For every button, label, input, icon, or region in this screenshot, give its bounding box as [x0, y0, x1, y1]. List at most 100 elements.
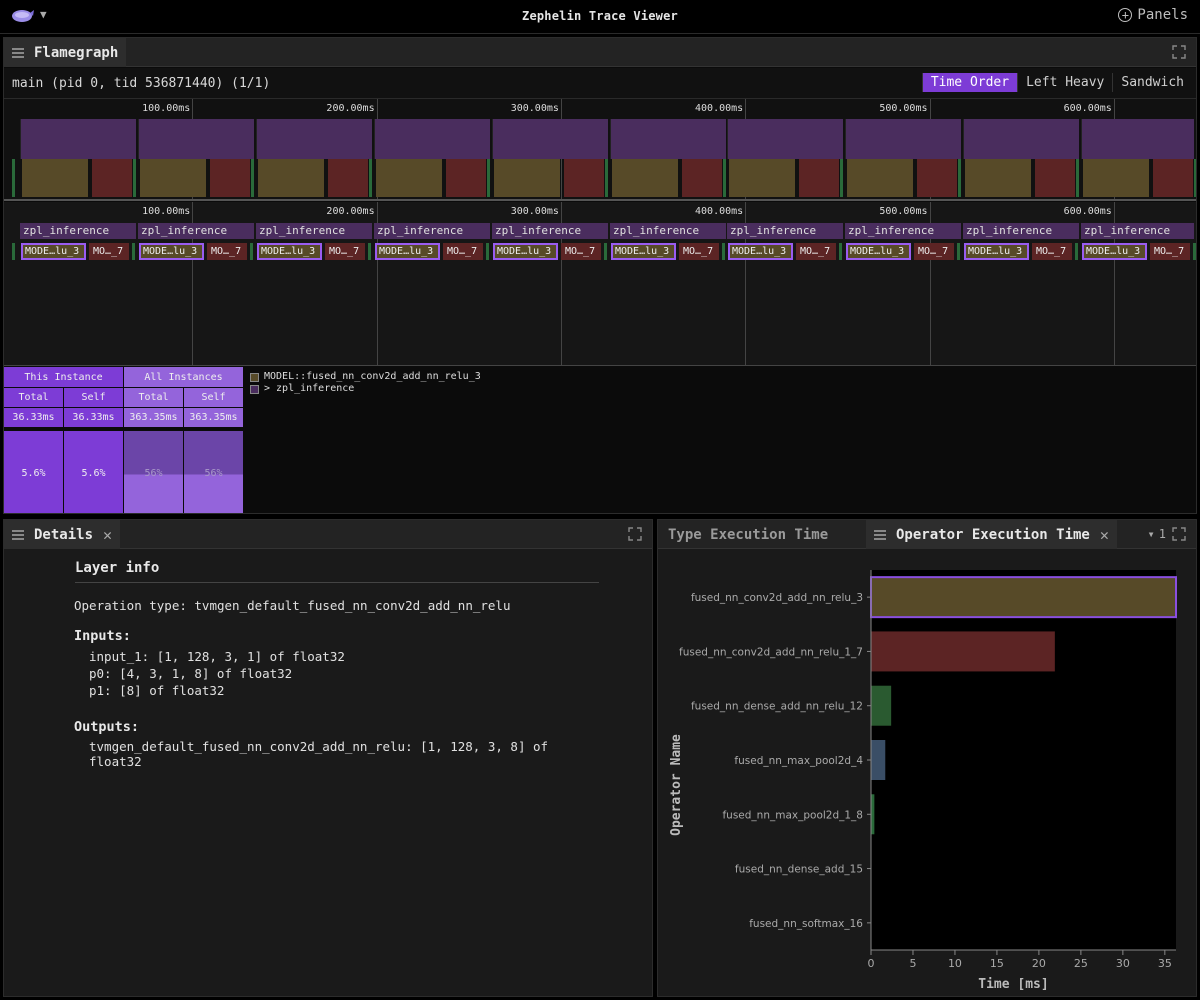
y-tick-label: fused_nn_dense_add_nn_relu_12 [691, 701, 863, 713]
flame-frame-zpl-inference[interactable]: zpl_inference [374, 223, 490, 239]
layer-info: Layer info Operation type: tvmgen_defaul… [74, 560, 599, 769]
flame-frame-small[interactable] [12, 243, 15, 260]
flame-frame-zpl-inference[interactable]: zpl_inference [610, 223, 726, 239]
flame-frame-conv-relu-1-7[interactable]: MO…_7 [561, 243, 601, 260]
view-mode-switch: Time Order Left Heavy Sandwich [921, 73, 1192, 92]
close-icon[interactable]: ✕ [1100, 526, 1109, 544]
flame-frame-zpl-inference[interactable]: zpl_inference [138, 223, 254, 239]
bar-fused-nn-conv2d-add-nn-relu-1-7[interactable] [871, 631, 1055, 672]
flame-frame-small[interactable] [722, 243, 725, 260]
flame-frame-conv-relu-1-7[interactable]: MO…_7 [443, 243, 483, 260]
minimap-inference-block [256, 119, 372, 159]
flame-frame-conv-relu-1-7[interactable]: MO…_7 [1150, 243, 1190, 260]
flame-frame-small[interactable] [1075, 243, 1078, 260]
flame-frame-zpl-inference[interactable]: zpl_inference [727, 223, 843, 239]
flame-frame-small[interactable] [1193, 243, 1196, 260]
flamegraph-timeline[interactable]: 100.00ms 200.00ms 300.00ms 400.00ms 500.00ms… [4, 202, 1196, 366]
tab-flamegraph[interactable]: Flamegraph [4, 38, 127, 67]
view-time-order-button[interactable]: Time Order [921, 73, 1018, 92]
view-left-heavy-button[interactable]: Left Heavy [1017, 73, 1112, 92]
legend-item[interactable]: > zpl_inference [250, 383, 481, 395]
legend-item[interactable]: MODEL::fused_nn_conv2d_add_nn_relu_3 [250, 371, 481, 383]
flame-frame-small[interactable] [486, 243, 489, 260]
drag-handle-icon[interactable] [12, 47, 24, 58]
minimap-small-block [723, 159, 726, 197]
minimap-conv-block [258, 159, 324, 197]
flame-frame-small[interactable] [368, 243, 371, 260]
x-tick-label: 15 [990, 957, 1004, 970]
tab-details[interactable]: Details ✕ [4, 520, 121, 549]
flame-frame-conv-relu-3[interactable]: MODE…lu_3 [1082, 243, 1147, 260]
minimap-conv-block [564, 159, 604, 197]
flame-frame-conv-relu-3[interactable]: MODE…lu_3 [964, 243, 1029, 260]
flame-frame-conv-relu-3[interactable]: MODE…lu_3 [611, 243, 676, 260]
close-icon[interactable]: ✕ [103, 526, 112, 544]
flame-frame-zpl-inference[interactable]: zpl_inference [1081, 223, 1194, 239]
this-self-value: 36.33ms [64, 408, 123, 427]
flame-frame-conv-relu-3[interactable]: MODE…lu_3 [139, 243, 204, 260]
minimap-small-block [1194, 159, 1196, 197]
flame-frame-conv-relu-1-7[interactable]: MO…_7 [325, 243, 365, 260]
flame-frame-zpl-inference[interactable]: zpl_inference [256, 223, 372, 239]
minimap-timeline[interactable]: 100.00ms 200.00ms 300.00ms 400.00ms 500.00ms… [4, 98, 1196, 201]
flame-frame-small[interactable] [250, 243, 253, 260]
flame-frame-small[interactable] [132, 243, 135, 260]
flame-frame-conv-relu-1-7[interactable]: MO…_7 [914, 243, 954, 260]
maximize-icon[interactable] [1172, 527, 1186, 541]
minimap-inference-block [845, 119, 961, 159]
minimap-conv-block [799, 159, 839, 197]
plus-circle-icon: + [1118, 8, 1133, 22]
y-tick-label: fused_nn_max_pool2d_1_8 [722, 809, 863, 821]
drag-handle-icon[interactable] [12, 529, 24, 540]
operator-execution-panel: Type Execution Time Operator Execution T… [657, 519, 1197, 997]
flame-frame-conv-relu-3[interactable]: MODE…lu_3 [257, 243, 322, 260]
flame-frame-conv-relu-1-7[interactable]: MO…_7 [796, 243, 836, 260]
view-sandwich-button[interactable]: Sandwich [1112, 73, 1192, 92]
bar-fused-nn-max-pool2d-1-8[interactable] [871, 794, 875, 835]
drag-handle-icon[interactable] [874, 529, 886, 540]
flame-frame-conv-relu-3[interactable]: MODE…lu_3 [846, 243, 911, 260]
maximize-icon[interactable] [1172, 45, 1186, 59]
flame-frame-small[interactable] [957, 243, 960, 260]
flame-frame-conv-relu-3[interactable]: MODE…lu_3 [728, 243, 793, 260]
maximize-icon[interactable] [628, 527, 642, 541]
chart-plot-area [871, 570, 1176, 950]
flame-frame-conv-relu-1-7[interactable]: MO…_7 [679, 243, 719, 260]
flame-frame-small[interactable] [839, 243, 842, 260]
minimap-small-block [840, 159, 843, 197]
flame-frame-conv-relu-3[interactable]: MODE…lu_3 [493, 243, 558, 260]
this-total-percent: 5.6% [4, 431, 63, 513]
time-tick-label: 500.00ms [879, 206, 928, 217]
y-axis-title: Operator Name [669, 734, 684, 836]
tab-type-execution-time[interactable]: Type Execution Time [660, 520, 836, 549]
x-tick-label: 0 [868, 957, 875, 970]
bar-fused-nn-max-pool2d-4[interactable] [871, 740, 886, 780]
y-tick-label: fused_nn_dense_add_15 [735, 864, 863, 876]
flame-frame-conv-relu-1-7[interactable]: MO…_7 [1032, 243, 1072, 260]
flame-frame-zpl-inference[interactable]: zpl_inference [20, 223, 136, 239]
minimap-small-block [369, 159, 372, 197]
bar-fused-nn-conv2d-add-nn-relu-3[interactable] [870, 576, 1177, 619]
flame-frame-zpl-inference[interactable]: zpl_inference [492, 223, 608, 239]
panels-label: Panels [1137, 7, 1188, 23]
flame-frame-zpl-inference[interactable]: zpl_inference [963, 223, 1079, 239]
minimap-conv-block [92, 159, 132, 197]
minimap-conv-block [612, 159, 678, 197]
layer-info-title: Layer info [75, 560, 599, 583]
flame-frame-conv-relu-1-7[interactable]: MO…_7 [89, 243, 129, 260]
all-self-header: Self [184, 388, 243, 407]
flame-frame-zpl-inference[interactable]: zpl_inference [845, 223, 961, 239]
minimap-small-block [605, 159, 608, 197]
flame-frame-small[interactable] [604, 243, 607, 260]
all-total-value: 363.35ms [124, 408, 183, 427]
tab-label: Operator Execution Time [896, 526, 1090, 543]
flame-frame-conv-relu-3[interactable]: MODE…lu_3 [21, 243, 86, 260]
frame-stats: This Instance All Instances Total Self T… [4, 365, 1196, 513]
tab-operator-execution-time[interactable]: Operator Execution Time ✕ [866, 520, 1117, 549]
this-total-value: 36.33ms [4, 408, 63, 427]
tab-overflow-dropdown[interactable]: ▾ 1 [1148, 527, 1166, 541]
flame-frame-conv-relu-1-7[interactable]: MO…_7 [207, 243, 247, 260]
panels-button[interactable]: + Panels [1118, 7, 1188, 23]
flame-frame-conv-relu-3[interactable]: MODE…lu_3 [375, 243, 440, 260]
bar-fused-nn-dense-add-nn-relu-12[interactable] [871, 685, 892, 726]
